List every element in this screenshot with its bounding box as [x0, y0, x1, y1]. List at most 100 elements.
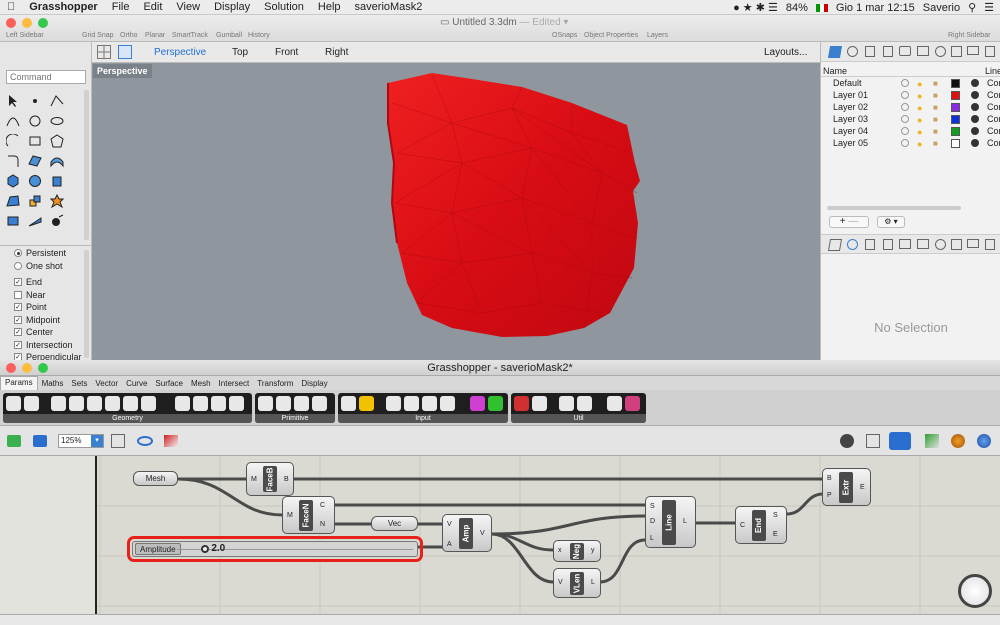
- gh-component-neg[interactable]: x Neg y: [553, 540, 601, 562]
- lock-icon[interactable]: ■: [933, 115, 938, 124]
- user-name[interactable]: Saverio: [923, 2, 960, 14]
- tree-icon[interactable]: [532, 396, 547, 411]
- linetype-label[interactable]: Con: [987, 114, 1000, 124]
- lock-icon[interactable]: ■: [933, 91, 938, 100]
- perspective-viewport[interactable]: [92, 63, 820, 360]
- gh-minimize-button[interactable]: [22, 363, 32, 373]
- right-sidebar-toggle[interactable]: Right Sidebar: [948, 32, 990, 39]
- text-tool-icon[interactable]: [26, 212, 44, 230]
- select-tool-icon[interactable]: [4, 92, 22, 110]
- command-input[interactable]: [6, 70, 86, 84]
- intersection-checkbox[interactable]: ✓: [14, 341, 22, 349]
- toggle-object-properties[interactable]: Object Properties: [584, 32, 638, 39]
- geo-param-icon-4[interactable]: [69, 396, 84, 411]
- lock-icon[interactable]: ■: [933, 79, 938, 88]
- relay-icon[interactable]: [559, 396, 574, 411]
- center-checkbox[interactable]: ✓: [14, 328, 22, 336]
- end-output-e[interactable]: E: [773, 531, 778, 538]
- polyline-tool-icon[interactable]: [48, 92, 66, 110]
- menu-help[interactable]: Help: [311, 1, 348, 13]
- layer-row[interactable]: Layer 04 ● ■ Con: [821, 126, 1000, 138]
- gh-component-extr[interactable]: B P Extr E: [822, 468, 871, 506]
- gh-component-end[interactable]: C End S E: [735, 506, 787, 544]
- facen-output-n[interactable]: N: [320, 521, 325, 528]
- extr-input-p[interactable]: P: [827, 492, 832, 499]
- prim-param-icon-3[interactable]: [294, 396, 309, 411]
- mask-mesh-render[interactable]: [92, 63, 820, 360]
- lightbulb-icon[interactable]: ●: [917, 91, 922, 101]
- lightbulb-icon[interactable]: ●: [917, 103, 922, 113]
- menu-app-name[interactable]: Grasshopper: [22, 1, 104, 13]
- preview-eye-icon[interactable]: [137, 436, 153, 446]
- camera-tab-icon-2[interactable]: [899, 239, 911, 249]
- input-icon-2[interactable]: [359, 396, 374, 411]
- layer-color-swatch[interactable]: [951, 103, 960, 112]
- left-sidebar-toggle[interactable]: Left Sidebar: [6, 32, 44, 39]
- light-tab-icon[interactable]: [883, 46, 893, 57]
- lightbulb-icon[interactable]: ●: [917, 79, 922, 89]
- curve-tool-icon[interactable]: [4, 112, 22, 130]
- layer-name[interactable]: Layer 03: [833, 114, 868, 124]
- number-slider-icon[interactable]: [422, 396, 437, 411]
- layer-row[interactable]: Default ● ■ Con: [821, 78, 1000, 90]
- linetype-label[interactable]: Con: [987, 102, 1000, 112]
- vlen-input-v[interactable]: V: [558, 579, 563, 586]
- gh-tab-maths[interactable]: Maths: [38, 379, 68, 388]
- tool-palette-scrollbar[interactable]: [84, 90, 89, 240]
- loft-tool-icon[interactable]: [48, 152, 66, 170]
- menu-document[interactable]: saverioMask2: [348, 1, 430, 13]
- preview-mesh-icon[interactable]: [925, 434, 939, 448]
- toggle-osnaps[interactable]: OSnaps: [552, 32, 577, 39]
- transform-tool-icon[interactable]: [26, 192, 44, 210]
- preview-mode-icon-2[interactable]: [866, 434, 880, 448]
- fillet-tool-icon[interactable]: [4, 152, 22, 170]
- layers-tab-icon[interactable]: [827, 46, 843, 58]
- lightbulb-icon[interactable]: ●: [917, 115, 922, 125]
- viewport-label[interactable]: Perspective: [93, 64, 152, 78]
- geo-param-icon-11[interactable]: [211, 396, 226, 411]
- four-view-icon[interactable]: [97, 45, 111, 59]
- layer-row[interactable]: Layer 01 ● ■ Con: [821, 90, 1000, 102]
- status-icons[interactable]: ● ★ ✱ ☰: [733, 1, 778, 14]
- sphere-tool-icon[interactable]: [26, 172, 44, 190]
- tab-top[interactable]: Top: [232, 47, 248, 58]
- gh-component-amp[interactable]: V A Amp V: [442, 514, 492, 552]
- prim-param-icon-2[interactable]: [276, 396, 291, 411]
- cylinder-tool-icon[interactable]: [48, 172, 66, 190]
- osnap-intersection[interactable]: ✓ Intersection: [14, 340, 73, 350]
- circle-tool-icon[interactable]: [26, 112, 44, 130]
- midpoint-checkbox[interactable]: ✓: [14, 316, 22, 324]
- point-checkbox[interactable]: ✓: [14, 303, 22, 311]
- geo-param-icon-6[interactable]: [105, 396, 120, 411]
- one-shot-radio[interactable]: [14, 262, 22, 270]
- menu-view[interactable]: View: [169, 1, 207, 13]
- material-icon[interactable]: [971, 127, 979, 135]
- preview-mode-icon-1[interactable]: [840, 434, 854, 448]
- gh-component-line[interactable]: S D L Line L: [645, 496, 696, 548]
- help-tab-icon-2[interactable]: [951, 239, 962, 250]
- neg-input-x[interactable]: x: [558, 547, 562, 554]
- end-checkbox[interactable]: ✓: [14, 278, 22, 286]
- dimension-tool-icon[interactable]: [4, 212, 22, 230]
- osnap-persistent[interactable]: Persistent: [14, 248, 66, 258]
- display-tab-icon-2[interactable]: [967, 239, 979, 248]
- current-layer-radio[interactable]: [901, 139, 909, 147]
- rectangle-tool-icon[interactable]: [26, 132, 44, 150]
- mesh-tool-icon[interactable]: [4, 192, 22, 210]
- geo-param-icon-7[interactable]: [123, 396, 138, 411]
- line-output-l[interactable]: L: [683, 518, 687, 525]
- end-output-s[interactable]: S: [773, 512, 778, 519]
- osnap-one-shot[interactable]: One shot: [14, 261, 63, 271]
- layer-name[interactable]: Layer 02: [833, 102, 868, 112]
- remove-layer-button[interactable]: —: [848, 216, 858, 227]
- extr-output-e[interactable]: E: [860, 484, 865, 491]
- geo-param-icon-12[interactable]: [229, 396, 244, 411]
- faceb-output-port[interactable]: B: [284, 476, 289, 483]
- slider-knob[interactable]: [201, 545, 210, 553]
- chevron-down-icon[interactable]: ▾: [91, 435, 103, 447]
- layer-options-button[interactable]: ⚙ ▾: [877, 216, 905, 228]
- surface-tool-icon[interactable]: [26, 152, 44, 170]
- linetype-label[interactable]: Con: [987, 90, 1000, 100]
- layer-row[interactable]: Layer 02 ● ■ Con: [821, 102, 1000, 114]
- current-layer-radio[interactable]: [901, 115, 909, 123]
